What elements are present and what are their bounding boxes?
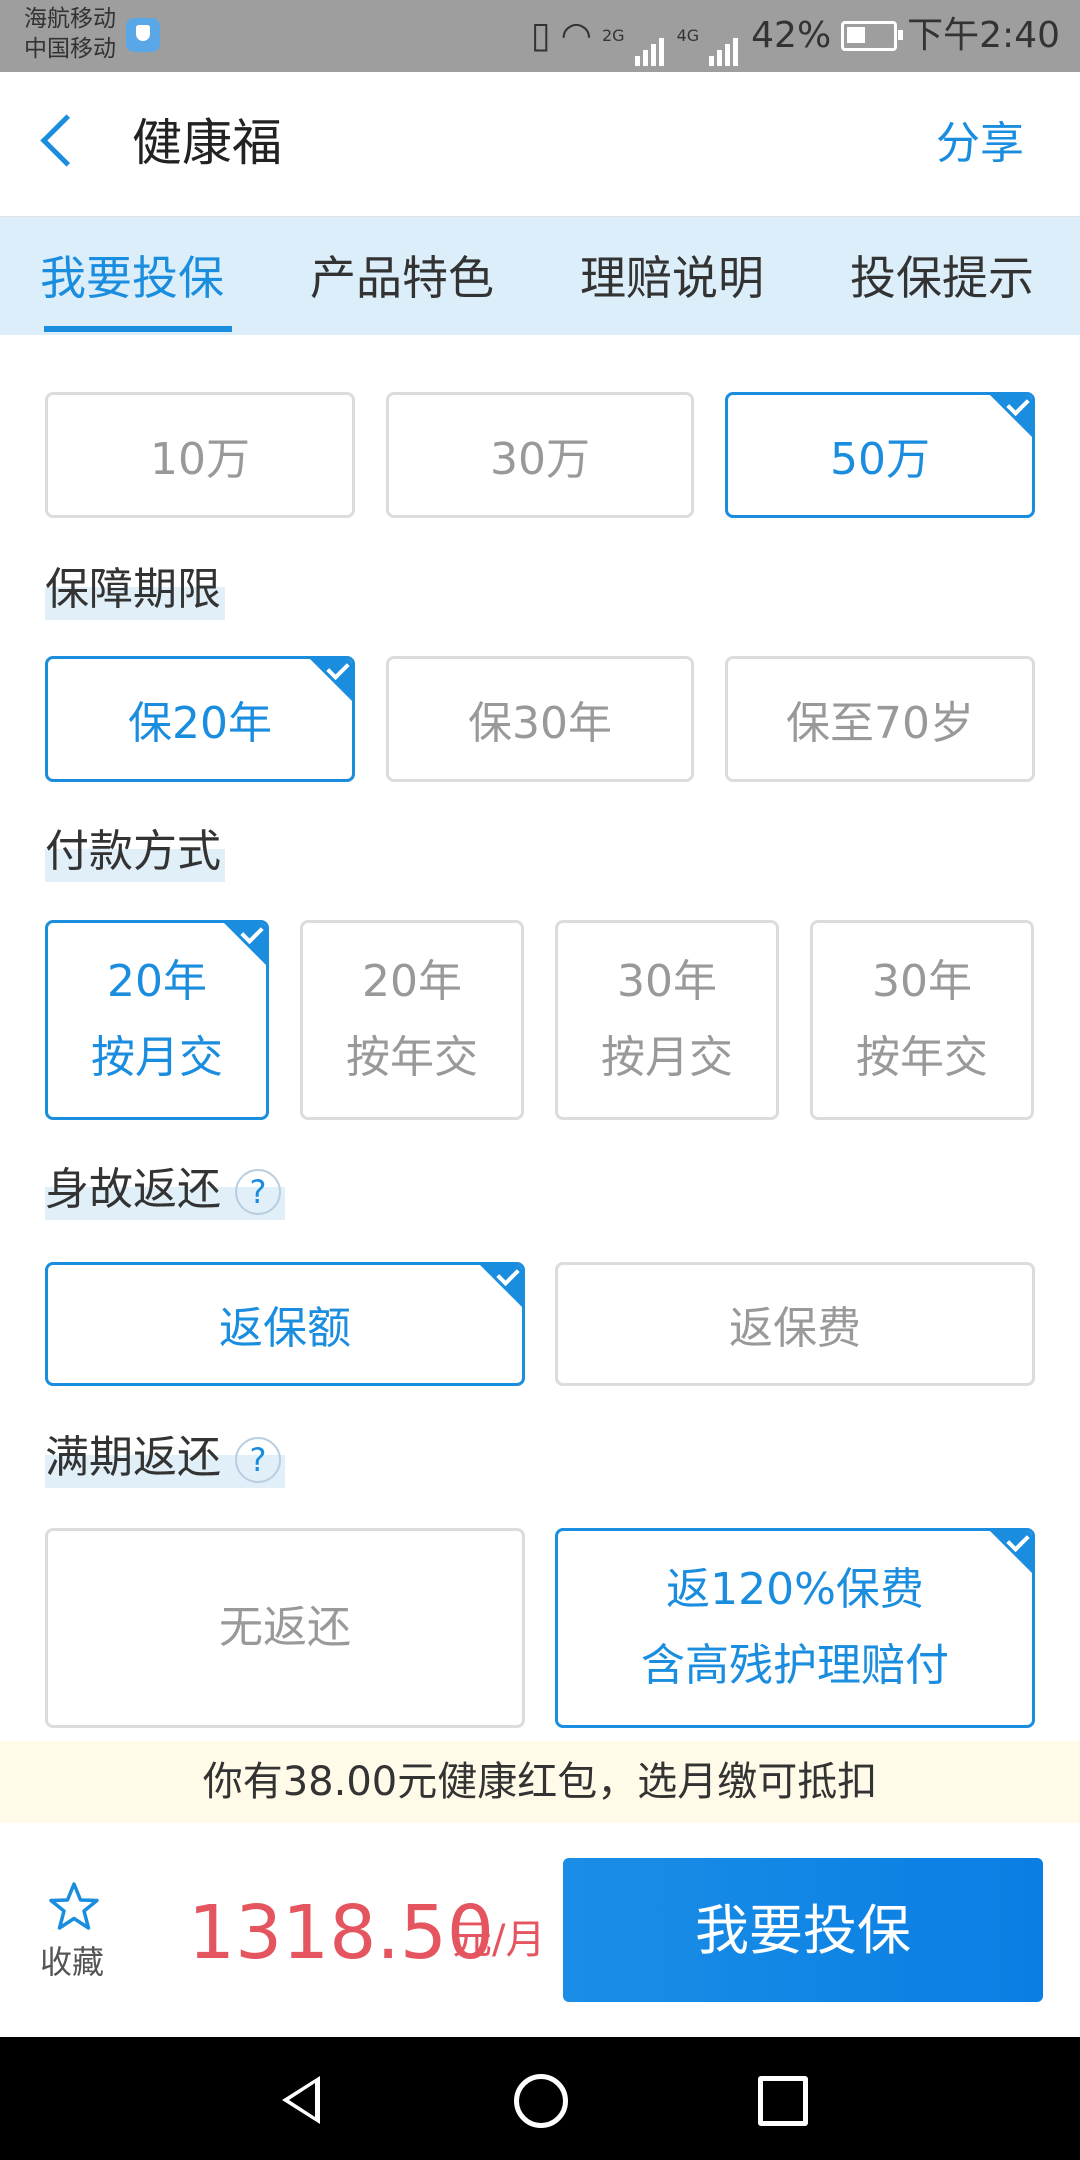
option-label: 保20年 (128, 698, 272, 749)
coverage-period-label: 保障期限 (45, 560, 225, 620)
payment-option-30y-monthly[interactable]: 30年 按月交 (555, 920, 779, 1120)
price-unit: 元/月 (452, 1917, 546, 1963)
amount-option-10w[interactable]: 10万 (45, 392, 355, 518)
tab-indicator (44, 326, 232, 332)
clock: 下午2:40 (907, 15, 1060, 56)
tab-insure[interactable]: 我要投保 (40, 250, 224, 306)
network-2g-label: 2G (601, 26, 625, 45)
carrier-1: 海航移动 (24, 6, 116, 32)
option-line-1: 30年 (617, 956, 717, 1007)
maturity-option-none[interactable]: 无返还 (45, 1528, 525, 1728)
option-line-1: 返120%保费 (666, 1564, 924, 1615)
payment-option-20y-monthly[interactable]: 20年 按月交 (45, 920, 269, 1120)
security-shield-icon (126, 18, 160, 52)
option-line-1: 无返还 (219, 1602, 351, 1653)
option-line-2: 含高残护理赔付 (641, 1640, 949, 1691)
death-return-label: 身故返还? (45, 1160, 285, 1220)
death-return-option-premium[interactable]: 返保费 (555, 1262, 1035, 1386)
period-option-age70[interactable]: 保至70岁 (725, 656, 1035, 782)
option-label: 保30年 (468, 698, 612, 749)
battery-percent: 42% (751, 15, 832, 56)
signal-4g-icon (709, 22, 741, 66)
nav-recents-icon[interactable] (758, 2076, 808, 2126)
death-return-text: 身故返还 (45, 1164, 221, 1215)
option-line-2: 按月交 (91, 1032, 223, 1083)
option-line-1: 20年 (107, 956, 207, 1007)
maturity-option-120pct[interactable]: 返120%保费 含高残护理赔付 (555, 1528, 1035, 1728)
status-icons: ▯ ◠ 2G 4G 42% 下午2:40 (530, 14, 1060, 66)
page-title: 健康福 (132, 114, 282, 172)
death-return-option-sum[interactable]: 返保额 (45, 1262, 525, 1386)
vibrate-icon: ▯ (530, 15, 551, 56)
star-icon[interactable] (44, 1878, 104, 1938)
tab-features[interactable]: 产品特色 (310, 250, 494, 306)
option-label: 保至70岁 (786, 698, 974, 749)
carrier-info: 海航移动 中国移动 (24, 4, 116, 64)
battery-icon (841, 21, 904, 51)
network-4g-label: 4G (676, 26, 700, 45)
selected-check-icon (987, 395, 1032, 440)
amount-option-50w[interactable]: 50万 (725, 392, 1035, 518)
option-line-1: 20年 (362, 956, 462, 1007)
option-label: 30万 (490, 434, 590, 485)
wifi-icon: ◠ (560, 15, 592, 56)
price-value: 1318.50 (188, 1890, 495, 1976)
selected-check-icon (987, 1531, 1032, 1576)
signal-2g-icon (634, 22, 667, 66)
option-line-2: 按月交 (601, 1032, 733, 1083)
option-line-1: 30年 (872, 956, 972, 1007)
amount-option-30w[interactable]: 30万 (386, 392, 694, 518)
selected-check-icon (221, 923, 266, 968)
option-label: 10万 (150, 434, 250, 485)
selected-check-icon (307, 659, 352, 704)
selected-check-icon (477, 1265, 522, 1310)
help-icon[interactable]: ? (235, 1169, 281, 1215)
maturity-return-label: 满期返还? (45, 1428, 285, 1488)
payment-option-30y-yearly[interactable]: 30年 按年交 (810, 920, 1034, 1120)
payment-method-label: 付款方式 (45, 822, 225, 882)
tab-claims[interactable]: 理赔说明 (580, 250, 764, 306)
option-line-2: 按年交 (346, 1032, 478, 1083)
help-icon[interactable]: ? (235, 1437, 281, 1483)
payment-option-20y-yearly[interactable]: 20年 按年交 (300, 920, 524, 1120)
favorite-label[interactable]: 收藏 (40, 1940, 104, 1984)
red-packet-promo: 你有38.00元健康红包，选月缴可抵扣 (0, 1741, 1080, 1823)
option-label: 返保费 (729, 1303, 861, 1354)
option-label: 50万 (830, 434, 930, 485)
option-line-2: 按年交 (856, 1032, 988, 1083)
period-option-30y[interactable]: 保30年 (386, 656, 694, 782)
nav-back-icon[interactable] (282, 2076, 320, 2124)
buy-insurance-button[interactable]: 我要投保 (563, 1858, 1043, 2002)
period-option-20y[interactable]: 保20年 (45, 656, 355, 782)
tab-tips[interactable]: 投保提示 (850, 250, 1034, 306)
carrier-2: 中国移动 (24, 36, 116, 62)
option-label: 返保额 (219, 1303, 351, 1354)
share-button[interactable]: 分享 (936, 112, 1024, 176)
nav-home-icon[interactable] (514, 2074, 568, 2128)
maturity-return-text: 满期返还 (45, 1432, 221, 1483)
